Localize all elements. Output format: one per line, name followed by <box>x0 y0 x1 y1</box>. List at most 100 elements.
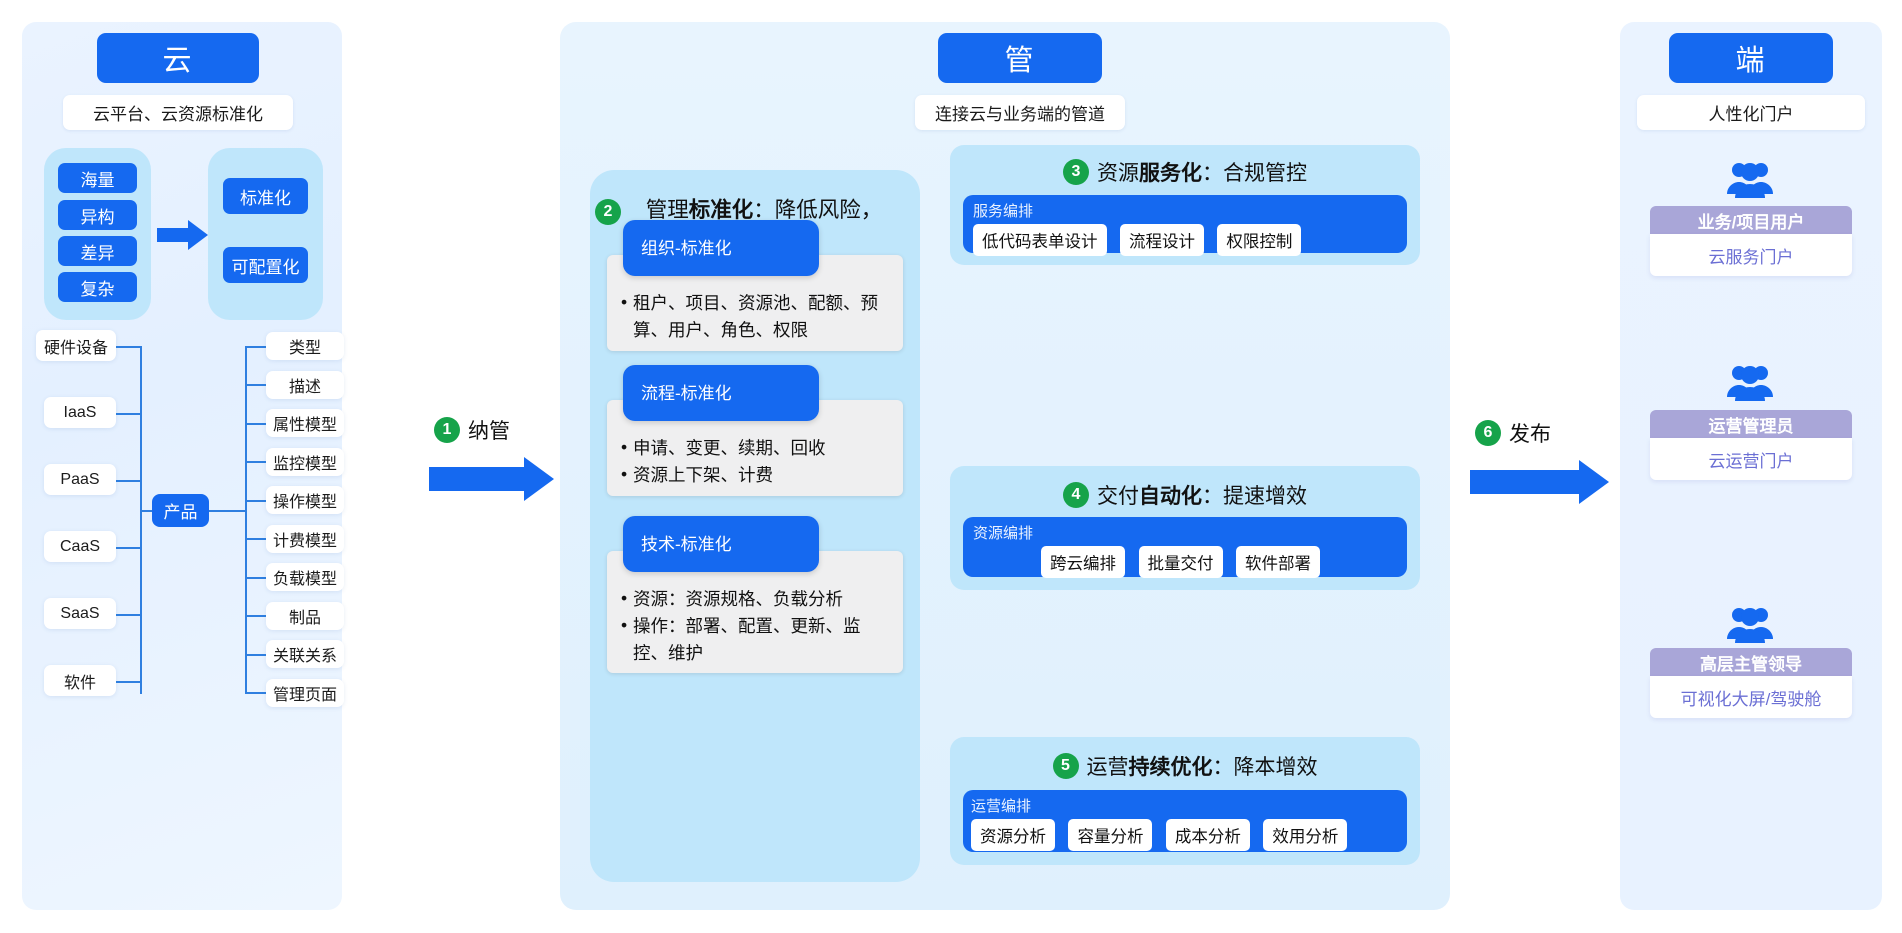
tree-attr-8[interactable]: 关联关系 <box>266 640 344 668</box>
step-1-text: 纳管 <box>468 420 510 443</box>
card-4-title-b: 自动化 <box>1139 485 1202 508</box>
role-2-portal[interactable]: 可视化大屏/驾驶舱 <box>1650 676 1852 718</box>
tree-branch <box>245 615 267 617</box>
cloud-subtitle: 云平台、云资源标准化 <box>63 95 293 130</box>
cloud-result-1: 可配置化 <box>223 247 308 283</box>
manage-header-chip: 管 <box>938 33 1102 83</box>
step-1-badge: 1 <box>434 417 460 443</box>
tree-attr-5[interactable]: 计费模型 <box>266 525 344 553</box>
tree-right-spine <box>245 346 247 694</box>
role-0-head: 业务/项目用户 <box>1650 206 1852 234</box>
card-3-inner-label: 服务编排 <box>973 203 1034 220</box>
std-group-1-items: 申请、变更、续期、回收 资源上下架、计费 <box>621 434 889 489</box>
tree-attr-2[interactable]: 属性模型 <box>266 409 344 437</box>
end-subtitle: 人性化门户 <box>1637 95 1865 130</box>
card-5-pill-2[interactable]: 成本分析 <box>1165 819 1250 851</box>
role-2-head: 高层主管领导 <box>1650 648 1852 676</box>
card-5-pill-0[interactable]: 资源分析 <box>971 819 1055 851</box>
step-5-badge: 5 <box>1052 753 1079 779</box>
tree-branch <box>245 500 267 502</box>
tree-source-5[interactable]: 软件 <box>44 665 116 696</box>
tree-left-spine <box>140 346 142 694</box>
step-2-badge: 2 <box>595 199 621 225</box>
step-6-text: 发布 <box>1509 423 1551 446</box>
std-group-2-tab[interactable]: 技术-标准化 <box>623 516 819 572</box>
cloud-tag-0: 海量 <box>58 163 137 193</box>
tree-source-4[interactable]: SaaS <box>44 598 116 629</box>
card-5-pill-3[interactable]: 效用分析 <box>1263 819 1348 851</box>
std-group-1-item-1: 资源上下架、计费 <box>621 461 889 489</box>
tree-branch <box>113 480 142 482</box>
tree-branch <box>113 346 142 348</box>
card-3-pill-2[interactable]: 权限控制 <box>1217 224 1302 256</box>
users-icon <box>1700 363 1800 405</box>
role-1-portal[interactable]: 云运营门户 <box>1650 438 1852 480</box>
step-1-label: 1 纳管 <box>434 415 510 445</box>
tree-branch <box>113 614 142 616</box>
step-6-arrow-head-icon <box>1579 460 1609 504</box>
card-5-inner: 运营编排 资源分析 容量分析 成本分析 效用分析 <box>963 790 1407 852</box>
step-6-arrow-shaft <box>1470 470 1580 494</box>
std-group-1-tab[interactable]: 流程-标准化 <box>623 365 819 421</box>
cloud-tag-2: 差异 <box>58 236 137 266</box>
role-0-portal[interactable]: 云服务门户 <box>1650 234 1852 276</box>
tree-attr-0[interactable]: 类型 <box>266 332 344 360</box>
card-3-pill-1[interactable]: 流程设计 <box>1119 224 1204 256</box>
tree-branch <box>245 461 267 463</box>
card-5-inner-label: 运营编排 <box>971 798 1032 815</box>
cloud-header-chip: 云 <box>97 33 259 83</box>
step-6-badge: 6 <box>1475 420 1501 446</box>
tree-source-2[interactable]: PaaS <box>44 464 116 495</box>
card-5-title-c: ：降本增效 <box>1212 756 1318 779</box>
cloud-transform-arrow-shaft <box>157 228 189 242</box>
std-group-0-tab[interactable]: 组织-标准化 <box>623 220 819 276</box>
tree-attr-9[interactable]: 管理页面 <box>266 679 344 707</box>
card-3-title-c: ：合规管控 <box>1202 162 1307 185</box>
std-group-2-items: 资源：资源规格、负载分析 操作：部署、配置、更新、监控、维护 <box>621 585 889 667</box>
card-5-pill-1[interactable]: 容量分析 <box>1068 819 1153 851</box>
tree-branch <box>245 538 267 540</box>
step-3-badge: 3 <box>1063 159 1089 185</box>
std-group-1-item-0: 申请、变更、续期、回收 <box>621 434 889 462</box>
std-group-0-items: 租户、项目、资源池、配额、预算、用户、角色、权限 <box>621 289 889 344</box>
card-5-title: 5 运营持续优化：降本增效 <box>950 752 1420 780</box>
cloud-tag-3: 复杂 <box>58 272 137 302</box>
cloud-result-0: 标准化 <box>223 178 308 214</box>
step-6-label: 6 发布 <box>1475 418 1551 448</box>
tree-attr-4[interactable]: 操作模型 <box>266 486 344 514</box>
tree-attr-6[interactable]: 负载模型 <box>266 563 344 591</box>
tree-branch <box>245 346 267 348</box>
std-group-2-item-1: 操作：部署、配置、更新、监控、维护 <box>621 612 889 667</box>
card-3-inner: 服务编排 低代码表单设计 流程设计 权限控制 <box>963 195 1407 256</box>
card-3-pill-0[interactable]: 低代码表单设计 <box>973 224 1107 256</box>
card-4-inner-label: 资源编排 <box>973 525 1034 542</box>
tree-source-0[interactable]: 硬件设备 <box>36 330 116 361</box>
std-group-2-item-0: 资源：资源规格、负载分析 <box>621 585 889 613</box>
cloud-result-panel <box>208 148 323 320</box>
card-4-title-c: ：提速增效 <box>1202 485 1307 508</box>
tree-source-1[interactable]: IaaS <box>44 397 116 428</box>
tree-attr-1[interactable]: 描述 <box>266 371 344 399</box>
tree-branch <box>113 681 142 683</box>
role-1-head: 运营管理员 <box>1650 410 1852 438</box>
step-4-badge: 4 <box>1063 482 1089 508</box>
card-4-pill-0[interactable]: 跨云编排 <box>1041 546 1126 578</box>
tree-branch <box>245 577 267 579</box>
tree-branch <box>245 423 267 425</box>
card-4-pill-2[interactable]: 软件部署 <box>1235 546 1320 578</box>
card-5-title-b: 持续优化 <box>1128 756 1213 779</box>
tree-attr-3[interactable]: 监控模型 <box>266 448 344 476</box>
tree-hub-product[interactable]: 产品 <box>152 494 209 527</box>
std-title-b: 标准化 <box>688 198 754 222</box>
card-4-pill-1[interactable]: 批量交付 <box>1138 546 1223 578</box>
tree-branch <box>208 510 246 512</box>
tree-branch <box>113 413 142 415</box>
std-title-c: ：降低风险， <box>753 198 883 222</box>
tree-branch <box>245 384 267 386</box>
card-3-title-a: 资源 <box>1097 162 1139 185</box>
std-title-a: 管理 <box>645 198 689 222</box>
card-4-title: 4 交付自动化：提速增效 <box>950 481 1420 509</box>
step-1-arrow-shaft <box>429 467 525 491</box>
tree-attr-7[interactable]: 制品 <box>266 602 344 630</box>
tree-source-3[interactable]: CaaS <box>44 531 116 562</box>
